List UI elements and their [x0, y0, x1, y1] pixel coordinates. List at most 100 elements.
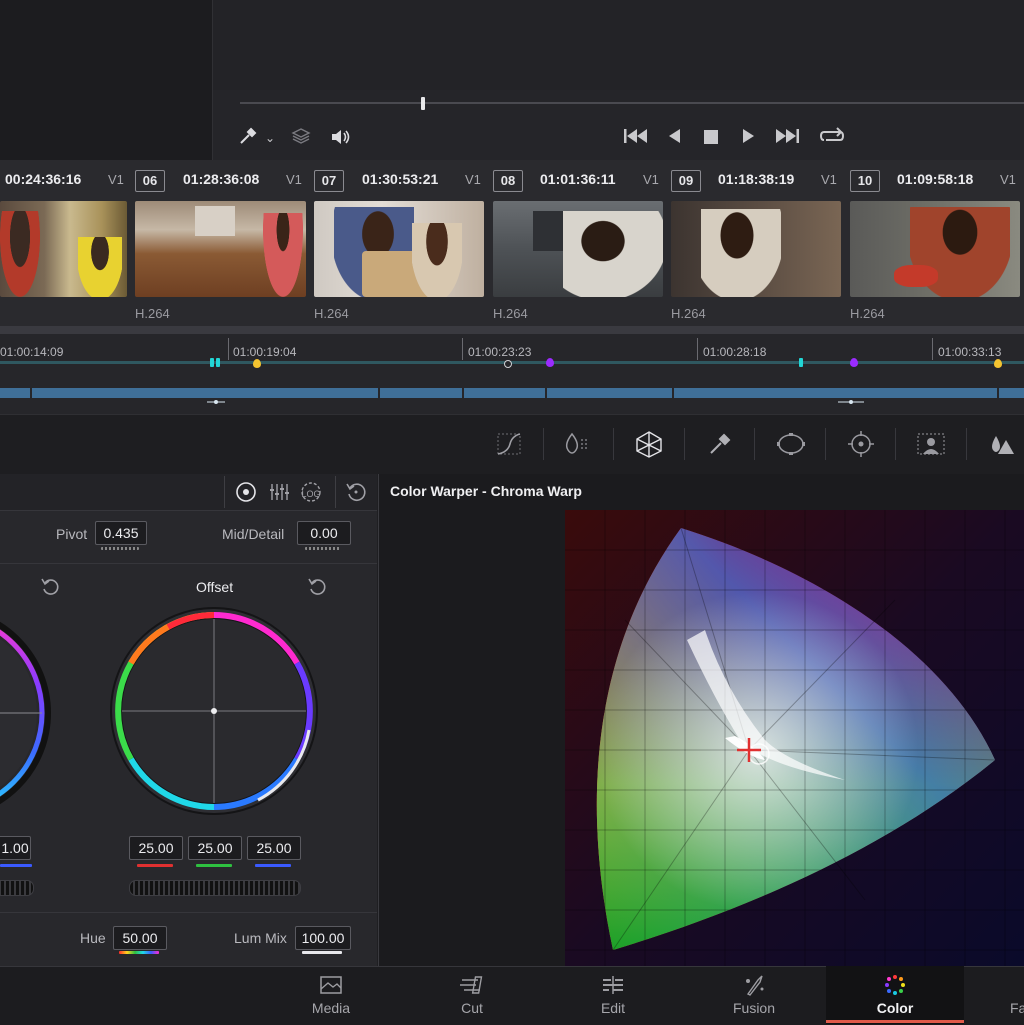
clip-boundary	[378, 388, 380, 398]
power-window-icon[interactable]	[776, 430, 805, 458]
curves-icon[interactable]	[496, 430, 524, 458]
timeline-clip-bar[interactable]	[0, 388, 1024, 398]
mid-detail-field[interactable]: 0.00	[297, 521, 351, 545]
color-wheels-mode-icon[interactable]	[234, 480, 258, 504]
tool-divider	[966, 428, 967, 460]
hue-field[interactable]: 50.00	[113, 926, 167, 950]
ruler-timecode: 01:00:14:09	[0, 345, 64, 359]
offset-jog-wheel[interactable]	[129, 880, 301, 896]
nav-fairlight[interactable]: Fa	[964, 966, 1024, 1024]
clip-thumbnail[interactable]	[493, 201, 663, 297]
cyan-marker[interactable]	[210, 358, 214, 367]
tracker-icon[interactable]	[846, 430, 874, 458]
clip-thumbnail[interactable]	[850, 201, 1020, 297]
timeline-track-line	[0, 361, 1024, 364]
clip-number: 08	[493, 170, 523, 192]
clip-codec: H.264	[671, 306, 706, 321]
nav-fusion[interactable]: Fusion	[694, 966, 814, 1024]
play-icon[interactable]	[740, 127, 756, 145]
clip-track: V1	[286, 172, 302, 187]
clip-codec: H.264	[135, 306, 170, 321]
pivot-slider[interactable]	[101, 547, 139, 550]
yellow-marker[interactable]	[994, 359, 1002, 368]
lum-mix-field[interactable]: 100.00	[295, 926, 351, 950]
log-wheels-icon[interactable]: LOG	[299, 480, 325, 504]
viewer-scrubber[interactable]	[240, 102, 1024, 104]
skip-to-end-icon[interactable]	[774, 127, 800, 145]
gain-jog-wheel[interactable]	[0, 880, 34, 896]
color-warper-alt-icon[interactable]	[562, 430, 590, 458]
primaries-bars-icon[interactable]	[267, 480, 291, 504]
strip-divider[interactable]	[0, 326, 1024, 334]
mid-detail-slider[interactable]	[305, 547, 341, 550]
tool-divider	[613, 428, 614, 460]
clip-thumbnail[interactable]	[0, 201, 127, 297]
stop-icon[interactable]	[703, 129, 719, 145]
nav-edit[interactable]: Edit	[553, 966, 673, 1024]
white-marker[interactable]	[504, 360, 512, 368]
clip-thumbnail[interactable]	[314, 201, 484, 297]
reset-offset-icon[interactable]	[307, 576, 329, 598]
clip-boundary	[672, 388, 674, 398]
clip-thumbnail[interactable]	[135, 201, 306, 297]
nav-fusion-label: Fusion	[732, 1000, 776, 1016]
clip-thumbnail[interactable]	[671, 201, 841, 297]
playhead-handle[interactable]	[421, 97, 425, 110]
skip-to-start-icon[interactable]	[623, 127, 649, 145]
offset-label: Offset	[196, 579, 234, 595]
yellow-marker[interactable]	[253, 359, 261, 368]
green-channel-bar	[196, 864, 232, 867]
ruler-timecode: 01:00:28:18	[703, 345, 767, 359]
eyedropper-icon[interactable]	[238, 126, 260, 146]
purple-marker[interactable]	[546, 358, 554, 367]
fusion-icon	[740, 974, 768, 996]
nav-fairlight-label: Fa	[1010, 1000, 1024, 1016]
offset-red-field[interactable]: 25.00	[129, 836, 183, 860]
fairlight-icon	[1010, 974, 1024, 996]
chroma-warp-grid[interactable]	[565, 510, 1024, 966]
transition-icon[interactable]	[207, 391, 225, 404]
offset-green-field[interactable]: 25.00	[188, 836, 242, 860]
loop-icon[interactable]	[818, 126, 846, 146]
cyan-marker[interactable]	[216, 358, 220, 367]
gain-master-field[interactable]: 1.00	[0, 836, 31, 860]
ruler-tick	[228, 338, 229, 360]
left-panel	[0, 0, 213, 160]
blur-icon[interactable]	[987, 430, 1015, 458]
color-warper-icon[interactable]	[634, 430, 662, 458]
edit-icon	[599, 974, 627, 996]
cyan-marker[interactable]	[799, 358, 803, 367]
layers-icon[interactable]	[291, 127, 311, 145]
hue-slider[interactable]	[119, 951, 159, 954]
clip-timecode: 01:28:36:08	[183, 171, 260, 187]
chevron-down-icon[interactable]: ⌄	[265, 128, 275, 148]
clip-number: 06	[135, 170, 165, 192]
viewer[interactable]	[213, 0, 1024, 90]
qualifier-eyedropper-icon[interactable]	[706, 430, 734, 458]
clip-track: V1	[821, 172, 837, 187]
clip-timecode: 01:18:38:19	[718, 171, 795, 187]
reset-all-icon[interactable]	[344, 480, 368, 504]
clip-boundary	[30, 388, 32, 398]
pivot-field[interactable]: 0.435	[95, 521, 147, 545]
clip-number: 09	[671, 170, 701, 192]
header-divider	[335, 476, 336, 508]
ruler-timecode: 01:00:19:04	[233, 345, 297, 359]
clip-track: V1	[108, 172, 124, 187]
offset-blue-field[interactable]: 25.00	[247, 836, 301, 860]
offset-color-wheel[interactable]	[108, 605, 320, 817]
reset-wheel-icon[interactable]	[40, 576, 62, 598]
purple-marker[interactable]	[850, 358, 858, 367]
tool-divider	[754, 428, 755, 460]
lum-mix-slider[interactable]	[302, 951, 342, 954]
play-reverse-icon[interactable]	[667, 127, 683, 145]
gain-color-wheel[interactable]	[0, 605, 60, 821]
nav-media[interactable]: Media	[271, 966, 391, 1024]
nav-color[interactable]: Color	[826, 966, 964, 1024]
hue-label: Hue	[80, 930, 106, 946]
magic-mask-icon[interactable]	[916, 430, 945, 458]
nav-cut[interactable]: Cut	[412, 966, 532, 1024]
volume-icon[interactable]	[330, 127, 352, 147]
transition-icon[interactable]	[838, 391, 864, 404]
clip-boundary	[462, 388, 464, 398]
